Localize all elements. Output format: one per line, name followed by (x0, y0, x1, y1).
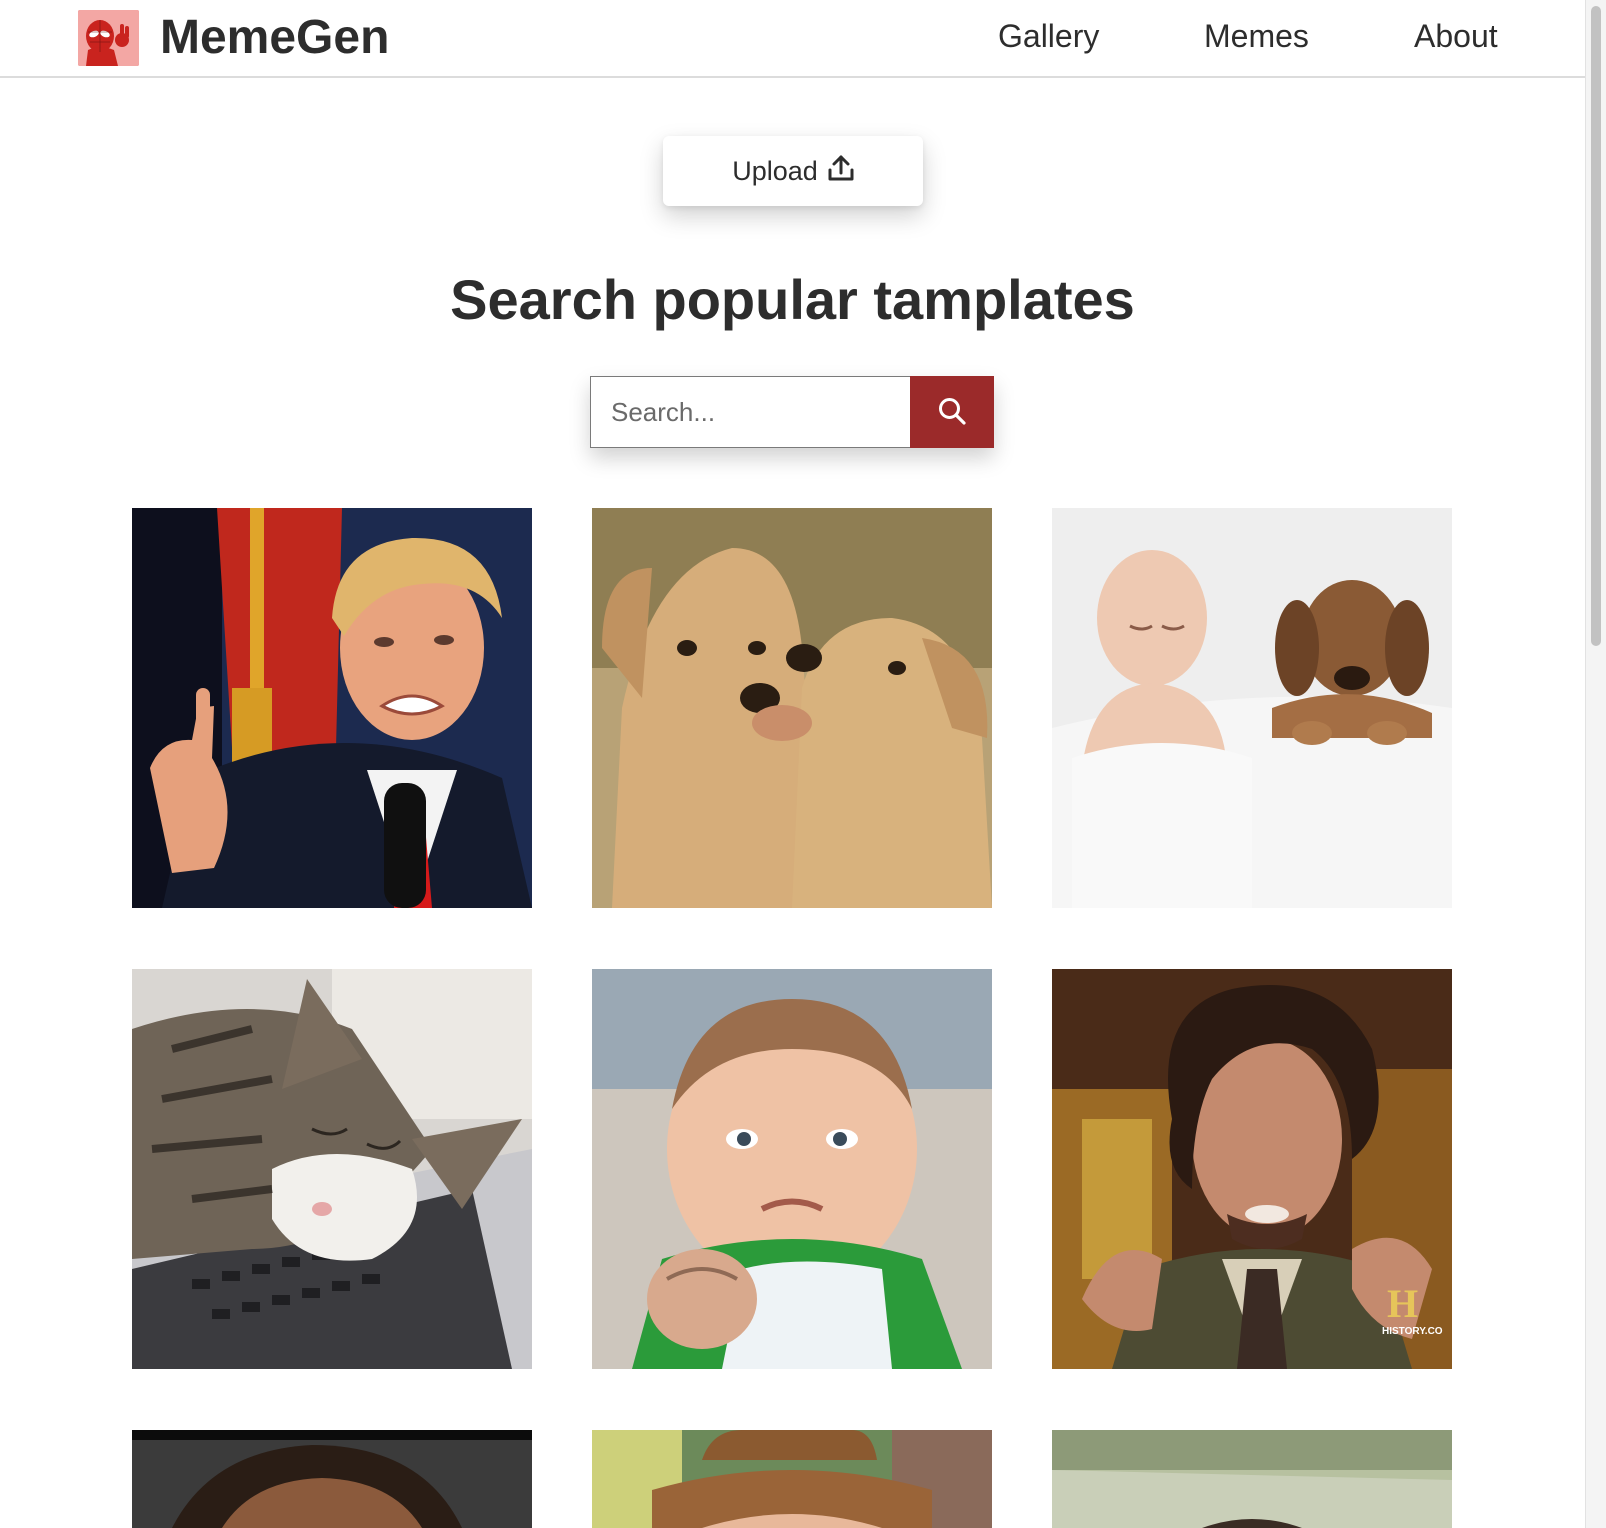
template-tile-row3-3[interactable] (1052, 1430, 1452, 1528)
nav-about[interactable]: About (1414, 16, 1498, 56)
template-tile-puppies[interactable] (592, 508, 992, 908)
template-tile-ancient-aliens[interactable]: H HISTORY.CO (1052, 969, 1452, 1369)
template-tile-sleeping-cat[interactable] (132, 969, 532, 1369)
navbar: MemeGen Gallery Memes About (0, 0, 1585, 78)
search-icon (937, 396, 967, 429)
app-window: MemeGen Gallery Memes About Upload Searc… (0, 0, 1585, 1528)
template-tile-row3-1[interactable] (132, 1430, 532, 1528)
search-button[interactable] (910, 376, 994, 448)
history-watermark-text: HISTORY.CO (1382, 1326, 1443, 1337)
brand-title[interactable]: MemeGen (160, 8, 389, 68)
template-tile-trump[interactable] (132, 508, 532, 908)
upload-button-label: Upload (732, 155, 818, 186)
upload-icon (828, 154, 854, 189)
page-title: Search popular tamplates (450, 268, 1135, 331)
nav-gallery[interactable]: Gallery (998, 16, 1099, 56)
search-bar (590, 376, 994, 448)
upload-button[interactable]: Upload (663, 136, 923, 206)
history-watermark-letter: H (1387, 1281, 1418, 1326)
nav-memes[interactable]: Memes (1204, 16, 1309, 56)
spiderman-logo-icon[interactable] (78, 10, 139, 66)
template-tile-success-kid[interactable] (592, 969, 992, 1369)
template-tile-baby-and-puppy[interactable] (1052, 508, 1452, 908)
scrollbar-thumb[interactable] (1591, 6, 1601, 646)
search-input[interactable] (590, 376, 910, 448)
template-tile-row3-2[interactable] (592, 1430, 992, 1528)
